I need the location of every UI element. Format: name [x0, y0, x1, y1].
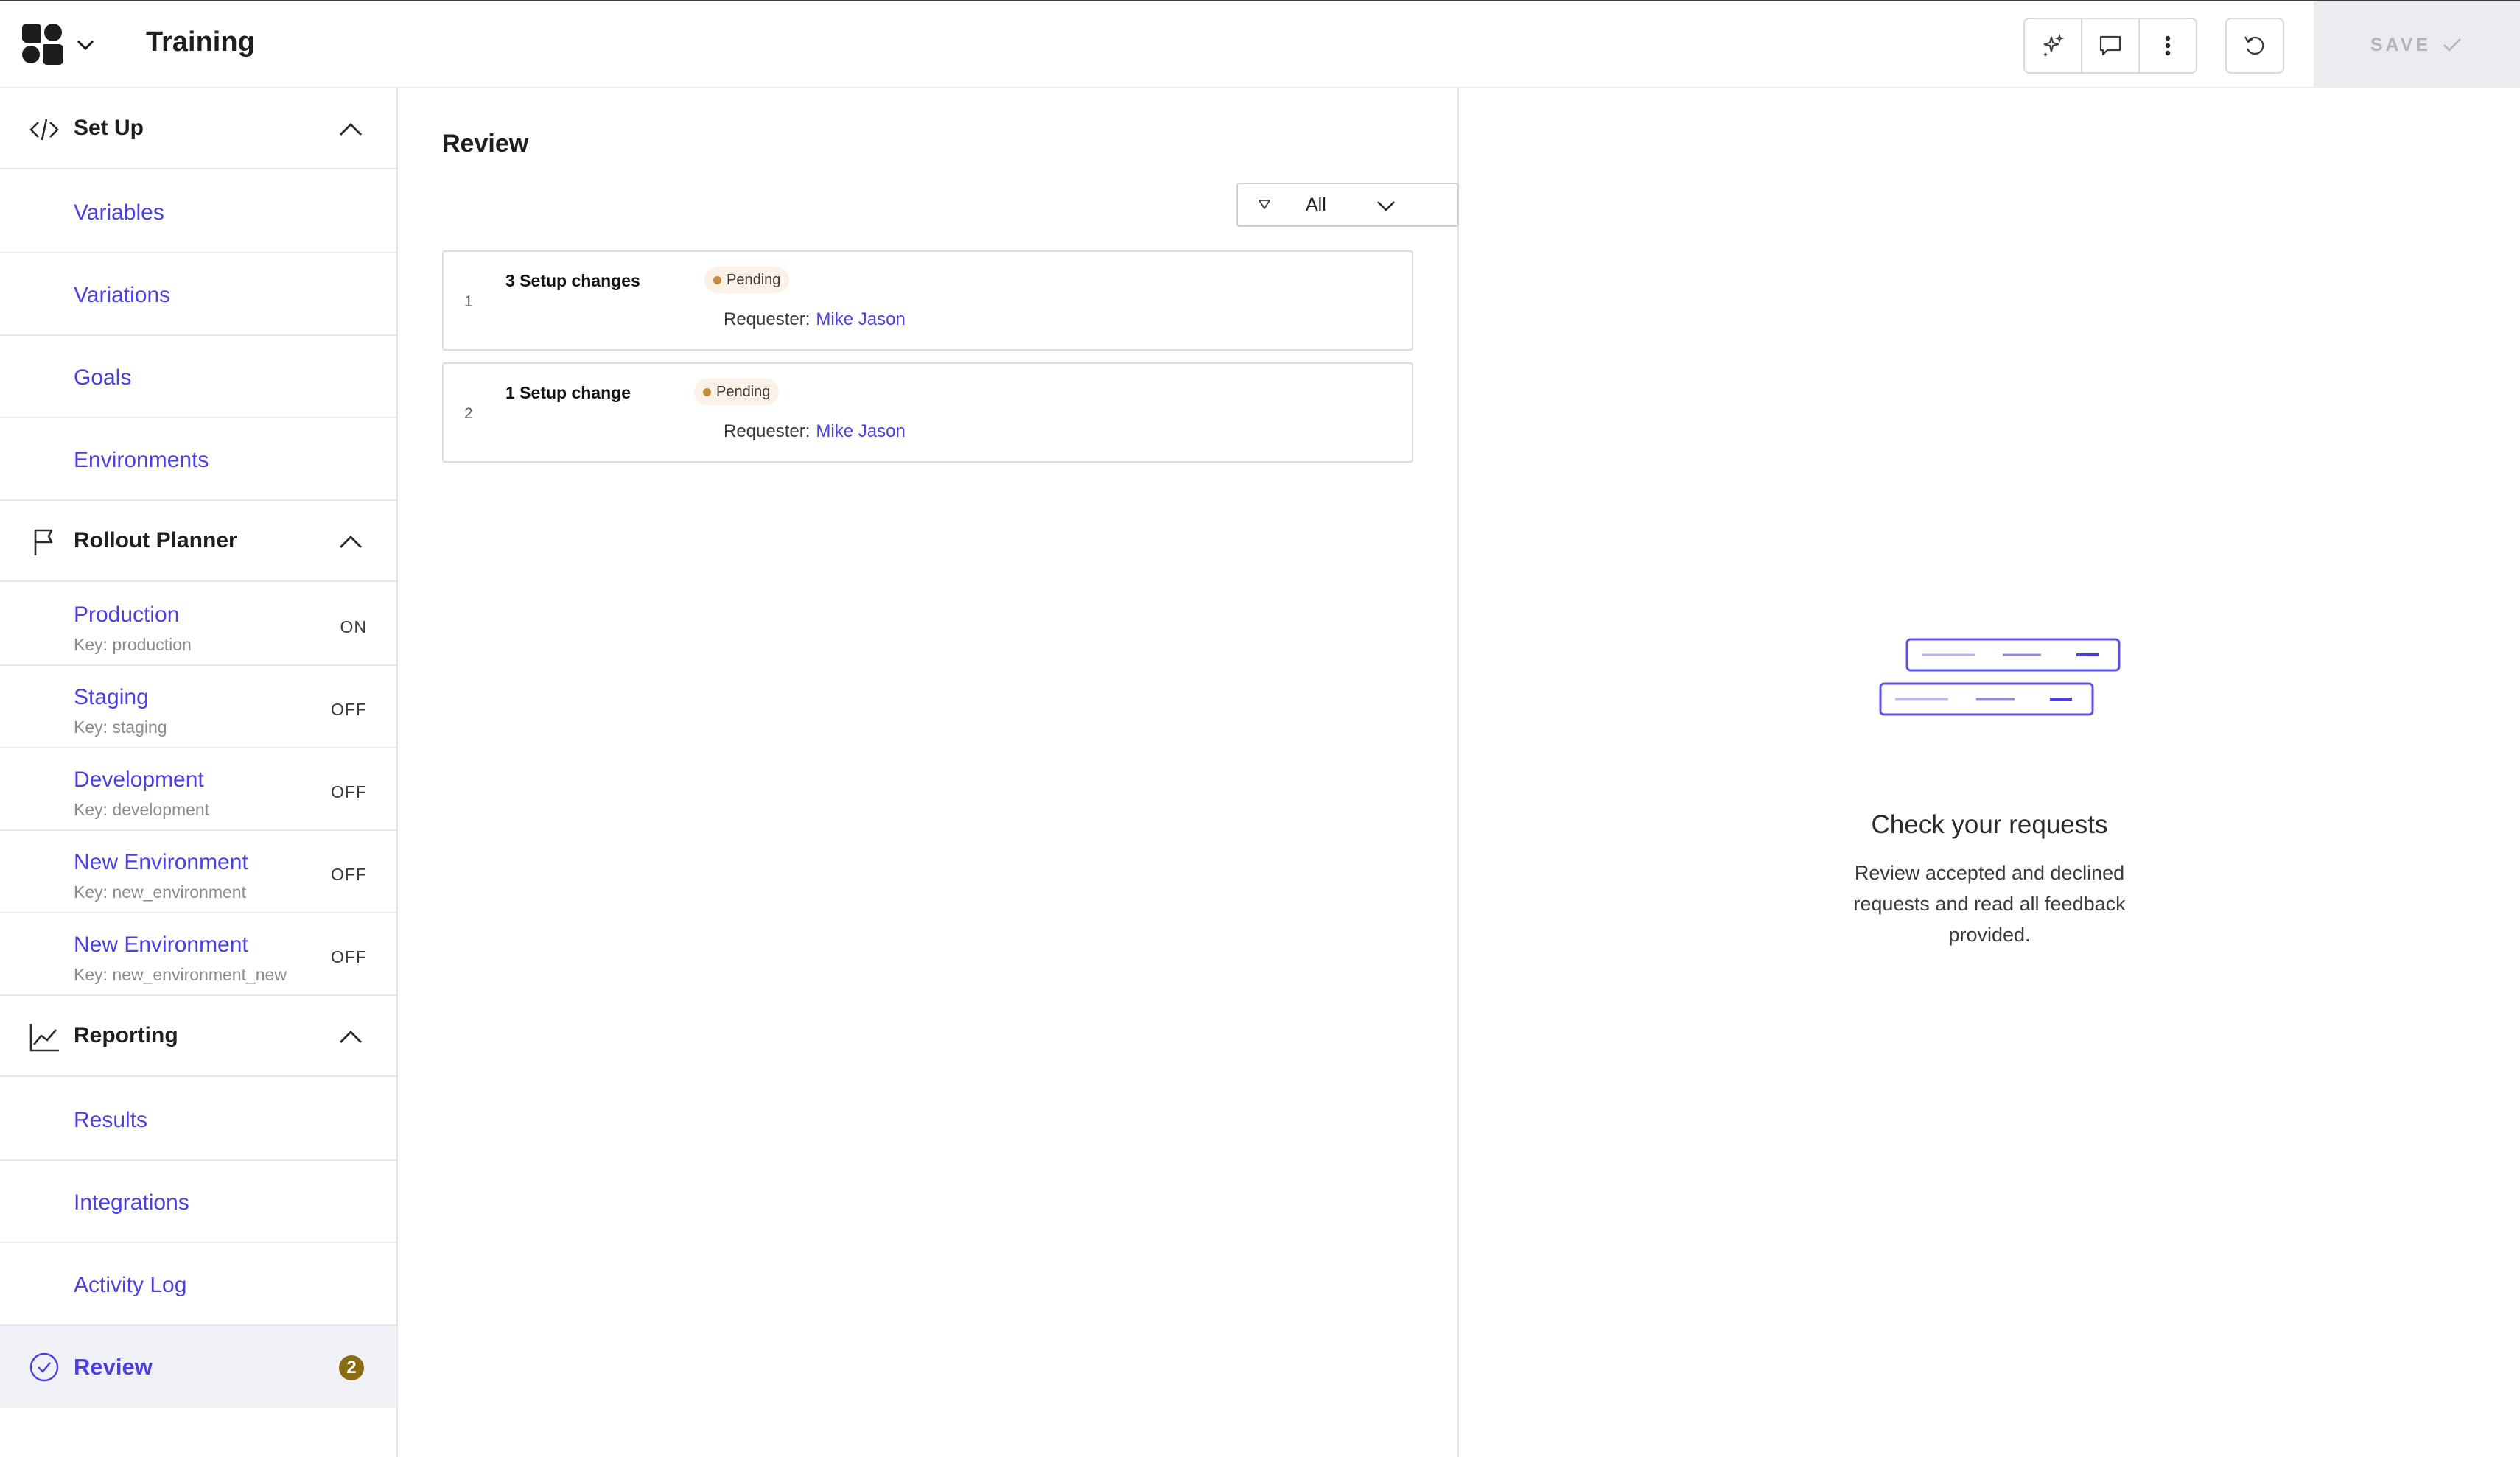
sidebar-item-goals[interactable]: Goals [0, 336, 396, 418]
more-options-button[interactable] [2140, 19, 2196, 72]
environment-item-staging[interactable]: Staging Key: staging OFF [0, 666, 396, 748]
sparkle-icon [2043, 33, 2065, 57]
requester-link[interactable]: Mike Jason [816, 309, 905, 329]
workspace-switcher[interactable] [22, 22, 99, 66]
requester-label: Requester: [724, 421, 811, 441]
request-row[interactable]: 2 1 Setup change Pending Requester: Mike … [442, 362, 1413, 463]
sidebar-item-activity-log[interactable]: Activity Log [0, 1243, 396, 1326]
check-icon [2443, 38, 2462, 52]
requester-link[interactable]: Mike Jason [816, 421, 905, 441]
chevron-up-icon[interactable] [336, 115, 365, 144]
status-filter-dropdown[interactable]: All [1236, 183, 1459, 227]
environment-key: Key: production [74, 635, 192, 654]
review-count-badge: 2 [339, 1355, 364, 1380]
empty-state-description: Review accepted and declined requests an… [1853, 862, 2126, 946]
sidebar-item-label: Integrations [74, 1190, 189, 1215]
more-vertical-icon [2165, 35, 2171, 56]
filter-icon [1259, 200, 1270, 209]
request-detail-panel: Check your requests Review accepted and … [1459, 88, 2520, 1457]
review-heading: Review [442, 130, 529, 158]
request-title: 3 Setup changes [505, 271, 640, 290]
environment-name: New Environment [74, 933, 248, 957]
header-toolbar [2023, 18, 2197, 74]
environment-item-new-environment[interactable]: New Environment Key: new_environment OFF [0, 831, 396, 913]
requester-line: Requester: Mike Jason [724, 309, 906, 330]
environment-key: Key: development [74, 800, 210, 819]
environment-status: OFF [331, 865, 367, 884]
save-button[interactable]: SAVE [2314, 1, 2520, 88]
section-setup[interactable]: Set Up [0, 88, 396, 169]
request-number: 2 [464, 405, 473, 422]
chevron-down-icon [1377, 201, 1395, 211]
environment-item-development[interactable]: Development Key: development OFF [0, 748, 396, 831]
sidebar-item-label: Variables [74, 200, 164, 225]
environment-key: Key: new_environment [74, 882, 246, 902]
request-title: 1 Setup change [505, 383, 631, 402]
request-number: 1 [464, 293, 473, 310]
sidebar-item-label: Environments [74, 448, 209, 472]
sidebar-item-label: Activity Log [74, 1273, 187, 1297]
section-label: Set Up [74, 116, 144, 140]
chevron-up-icon[interactable] [336, 527, 365, 557]
refresh-button[interactable] [2225, 18, 2284, 74]
sidebar-item-review[interactable]: Review 2 [0, 1326, 396, 1408]
environment-status: OFF [331, 947, 367, 966]
sidebar-item-label: Goals [74, 365, 132, 390]
environment-status: ON [340, 617, 367, 636]
requester-label: Requester: [724, 309, 811, 329]
status-badge: Pending [694, 379, 780, 405]
refresh-icon [2244, 36, 2264, 55]
chevron-up-icon[interactable] [336, 1022, 365, 1052]
environment-item-new-environment-new[interactable]: New Environment Key: new_environment_new… [0, 913, 396, 996]
page-title: Training [146, 27, 255, 57]
comment-icon [2099, 35, 2121, 56]
app-logo-icon [22, 24, 63, 65]
sidebar-item-label: Variations [74, 283, 171, 307]
code-icon [28, 113, 60, 146]
section-reporting[interactable]: Reporting [0, 996, 396, 1077]
request-row[interactable]: 1 3 Setup changes Pending Requester: Mike… [442, 250, 1413, 351]
sidebar-item-variables[interactable]: Variables [0, 171, 396, 253]
section-rollout-planner[interactable]: Rollout Planner [0, 501, 396, 582]
sidebar-item-results[interactable]: Results [0, 1078, 396, 1161]
environment-key: Key: new_environment_new [74, 965, 287, 984]
status-badge: Pending [704, 267, 790, 293]
empty-state-illustration [1879, 638, 2121, 716]
sidebar-item-label: Results [74, 1108, 148, 1132]
sidebar-item-integrations[interactable]: Integrations [0, 1161, 396, 1243]
sidebar: Set Up Variables Variations Goals Enviro… [0, 88, 398, 1457]
environment-name: Development [74, 768, 204, 792]
chevron-down-icon [77, 40, 94, 51]
review-list-panel: Review All 1 3 Setup changes Pending Req… [398, 88, 1459, 1457]
section-label: Rollout Planner [74, 528, 237, 552]
ai-assist-button[interactable] [2025, 19, 2082, 72]
filter-value: All [1306, 194, 1326, 215]
check-circle-icon [29, 1352, 59, 1382]
section-label: Reporting [74, 1023, 178, 1047]
environment-name: Staging [74, 685, 149, 709]
environment-item-production[interactable]: Production Key: production ON [0, 583, 396, 666]
environment-name: New Environment [74, 850, 248, 874]
environment-name: Production [74, 603, 180, 627]
sidebar-item-environments[interactable]: Environments [0, 418, 396, 501]
environment-status: OFF [331, 782, 367, 801]
top-bar: Training SAVE [0, 0, 2520, 88]
environment-status: OFF [331, 700, 367, 719]
flag-icon [28, 526, 60, 558]
requester-line: Requester: Mike Jason [724, 421, 906, 442]
environment-key: Key: staging [74, 717, 167, 737]
save-button-label: SAVE [2370, 34, 2432, 55]
app-root: Training SAVE Set Up Variables Variation… [0, 0, 2520, 1457]
sidebar-item-label: Review [74, 1354, 153, 1380]
empty-state-title: Check your requests [1871, 810, 2108, 839]
chart-line-icon [28, 1021, 60, 1053]
comments-button[interactable] [2082, 19, 2140, 72]
sidebar-item-variations[interactable]: Variations [0, 253, 396, 336]
